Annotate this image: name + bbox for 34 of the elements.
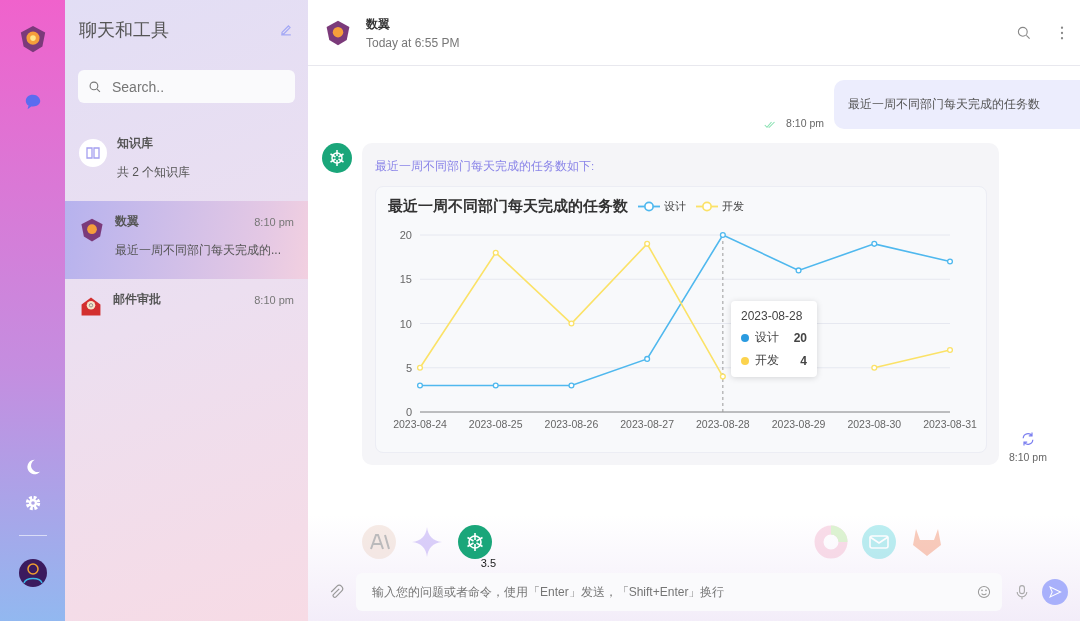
- tooltip-series-name: 开发: [755, 352, 780, 369]
- x-tick-label: 2023-08-25: [468, 418, 523, 430]
- tooltip-value: 20: [793, 330, 807, 345]
- chat-preview: 最近一周不同部门每天完成的...: [115, 242, 282, 259]
- bot-intro-text: 最近一周不同部门每天完成的任务数如下:: [375, 159, 596, 174]
- y-tick-label: 0: [405, 406, 412, 418]
- y-tick-label: 10: [399, 317, 412, 330]
- user-message: 最近一周不同部门每天完成的任务数: [834, 80, 1080, 129]
- chat-title: 邮件审批: [113, 291, 161, 308]
- x-tick-label: 2023-08-30: [847, 418, 902, 430]
- chat-header-title: 数翼: [366, 15, 391, 33]
- chat-time: 8:10 pm: [254, 215, 294, 228]
- tooltip-value: 4: [800, 353, 807, 368]
- x-tick-label: 2023-08-28: [696, 418, 750, 430]
- chat-header-subtitle: Today at 6:55 PM: [366, 35, 460, 50]
- y-tick-label: 20: [399, 229, 412, 241]
- chat-preview: 共 2 个知识库: [117, 164, 192, 181]
- x-tick-label: 2023-08-31: [923, 418, 977, 430]
- x-tick-label: 2023-08-26: [544, 418, 599, 430]
- x-tick-label: 2023-08-29: [771, 418, 826, 430]
- sidebar-title: 聊天和工具: [79, 19, 169, 42]
- x-tick-label: 2023-08-24: [393, 418, 447, 430]
- chat-time: 8:10 pm: [254, 293, 294, 306]
- y-tick-label: 15: [399, 273, 412, 286]
- message-time: 8:10 pm: [1009, 451, 1047, 463]
- message-time: 8:10 pm: [786, 117, 824, 129]
- chat-title: 数翼: [115, 213, 139, 230]
- y-tick-label: 5: [405, 361, 412, 374]
- tooltip-series-name: 设计: [755, 329, 780, 346]
- model-version: 3.5: [480, 557, 496, 569]
- chart-title: 最近一周不同部门每天完成的任务数: [388, 197, 628, 216]
- x-tick-label: 2023-08-27: [620, 418, 674, 430]
- tooltip-title: 2023-08-28: [741, 309, 804, 323]
- chat-title: 知识库: [117, 135, 153, 152]
